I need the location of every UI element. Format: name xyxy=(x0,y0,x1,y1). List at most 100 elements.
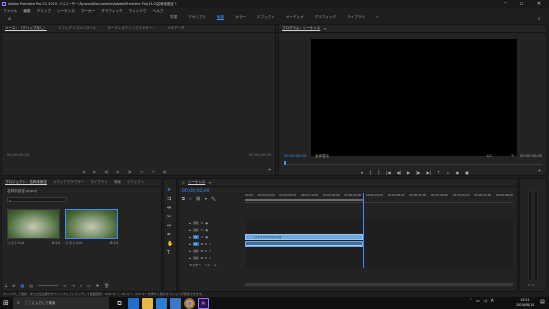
lock-icon[interactable]: 🔒︎ xyxy=(189,249,191,253)
sync-lock-icon[interactable]: ▭ xyxy=(201,228,204,232)
tab-media-browser[interactable]: メディアブラウザー xyxy=(53,180,84,185)
close-icon[interactable]: ✕ xyxy=(182,181,185,185)
sort-icon[interactable]: ≡ xyxy=(63,283,66,288)
notification-icon[interactable]: ▤ xyxy=(540,299,545,305)
menu-clip[interactable]: クリップ xyxy=(37,9,51,14)
project-clip-item[interactable]: リストCut 6:24 xyxy=(65,209,118,249)
type-tool-icon[interactable]: T xyxy=(167,250,173,256)
freeform-view-icon[interactable]: ▤ xyxy=(29,283,33,288)
workspace-graphics[interactable]: グラフィック xyxy=(315,15,337,20)
menu-graphics[interactable]: グラフィック xyxy=(101,9,123,14)
step-back-icon[interactable]: ◀| xyxy=(397,170,401,175)
mark-out-icon[interactable]: } xyxy=(378,170,381,175)
track-header-a3[interactable]: 🔒︎ A3 M S ♪ xyxy=(189,254,244,261)
step-forward-icon[interactable]: |▶ xyxy=(128,169,132,174)
hand-tool-icon[interactable]: ✋ xyxy=(167,241,173,247)
nest-icon[interactable]: ⧉ xyxy=(182,196,185,201)
volume-icon[interactable]: ◁ xyxy=(484,298,487,303)
automate-icon[interactable]: ⇥ xyxy=(71,283,74,288)
playhead-line[interactable] xyxy=(363,193,364,268)
windows-start-icon[interactable]: ⊞ xyxy=(3,299,9,307)
overwrite-icon[interactable]: ⊟ xyxy=(151,169,154,174)
add-marker-icon[interactable]: ▾ xyxy=(361,170,363,175)
solo-button[interactable]: S xyxy=(532,283,534,287)
tab-audio-clip-mixer[interactable]: オーディオクリップミキサー： xyxy=(107,26,156,31)
task-view-icon[interactable]: ⧉ xyxy=(114,298,125,309)
play-icon[interactable]: ▶ xyxy=(117,169,120,174)
tab-project[interactable]: プロジェクト：名称未設定 xyxy=(5,180,47,185)
settings-icon[interactable]: 🔧︎ xyxy=(211,196,216,201)
menu-marker[interactable]: マーカー xyxy=(81,9,95,14)
new-item-icon[interactable]: ✚ xyxy=(96,283,99,288)
workspace-editing[interactable]: 編集 xyxy=(217,15,224,20)
ripple-edit-tool-icon[interactable]: ⇹ xyxy=(167,205,173,211)
search-icon[interactable]: ⌕ xyxy=(538,16,541,22)
input-language[interactable]: A xyxy=(491,298,494,303)
edge-browser-icon[interactable] xyxy=(128,298,139,309)
track-header-a2[interactable]: 🔒︎ A2 M S ♪ xyxy=(189,247,244,254)
work-area-bar[interactable] xyxy=(245,199,363,201)
eye-icon[interactable]: ◉ xyxy=(205,228,208,232)
find-icon[interactable]: ⌕ xyxy=(80,283,82,288)
lock-icon[interactable]: 🔒︎ xyxy=(189,242,191,246)
network-icon[interactable]: ▭ xyxy=(476,298,480,303)
program-monitor-screen[interactable] xyxy=(311,39,517,156)
video-clip[interactable]: リストCut.mp4 [V] xyxy=(245,234,363,240)
track-header-v3[interactable]: 🔒︎ V3 ▭ ◉ xyxy=(189,219,244,226)
clock[interactable]: 19:21 2019/08/10 xyxy=(511,298,539,307)
project-clip-item[interactable]: リストCut 6:24 xyxy=(7,209,60,249)
mute-button[interactable]: M xyxy=(201,242,204,246)
solo-button[interactable]: S xyxy=(205,242,207,246)
tab-effect-controls[interactable]: エフェクトコントロール xyxy=(58,26,97,31)
workspace-assembly[interactable]: アセンブリ xyxy=(188,15,206,20)
chevron-up-icon[interactable]: ˄ xyxy=(470,298,472,303)
lock-icon[interactable]: 🔒︎ xyxy=(189,221,191,225)
export-frame-icon[interactable]: ▣ xyxy=(163,169,167,174)
solo-button[interactable]: S xyxy=(205,249,207,253)
tab-sequence[interactable]: シーケンス xyxy=(188,180,205,185)
razor-tool-icon[interactable]: ✂ xyxy=(167,214,173,220)
mic-icon[interactable]: ♪ xyxy=(209,242,211,246)
solo-button[interactable]: S xyxy=(205,256,207,260)
step-forward-icon[interactable]: |▶ xyxy=(416,170,420,175)
mute-button[interactable]: M xyxy=(201,249,204,253)
linked-selection-icon[interactable]: ⛓ xyxy=(196,196,201,201)
workspace-audio[interactable]: オーディオ xyxy=(286,15,304,20)
track-header-v1[interactable]: 🔒︎ V1 ▭ ◉ xyxy=(189,233,244,240)
project-search-input[interactable]: ⌕ xyxy=(7,197,67,203)
panel-menu-icon[interactable]: ≡ xyxy=(323,26,326,31)
compare-icon[interactable]: ▣ xyxy=(465,170,469,175)
taskbar-search-box[interactable]: ⌕ ここに入力して検索 xyxy=(13,297,109,309)
track-header-v2[interactable]: 🔒︎ V2 ▭ ◉ xyxy=(189,226,244,233)
workspace-effects[interactable]: エフェクト xyxy=(257,15,275,20)
tab-program[interactable]: プログラム：シーケンス xyxy=(282,26,320,31)
menu-edit[interactable]: 編集 xyxy=(23,9,30,14)
program-scrub-bar[interactable] xyxy=(284,161,542,165)
lift-icon[interactable]: ⇡ xyxy=(437,170,440,175)
menu-sequence[interactable]: シーケンス xyxy=(57,9,75,14)
solo-button[interactable]: S xyxy=(528,283,530,287)
add-marker-icon[interactable]: ▾ xyxy=(205,196,207,201)
store-icon[interactable] xyxy=(156,298,167,309)
file-explorer-icon[interactable] xyxy=(142,298,153,309)
go-to-out-icon[interactable]: ▶| xyxy=(427,170,431,175)
pen-tool-icon[interactable]: ✒ xyxy=(167,232,173,238)
mic-icon[interactable]: ♪ xyxy=(209,249,211,253)
master-volume[interactable]: 0.0 xyxy=(205,263,210,267)
list-view-icon[interactable]: ≣ xyxy=(12,283,15,288)
workspace-libraries[interactable]: ライブラリ xyxy=(347,15,365,20)
tab-effects[interactable]: エフェクト xyxy=(127,180,145,185)
workspace-learning[interactable]: 学習 xyxy=(170,15,177,20)
wrench-icon[interactable]: ✎ xyxy=(511,153,514,158)
source-timecode-left[interactable]: 00:00:00:00 xyxy=(7,153,29,158)
playhead-icon[interactable] xyxy=(284,161,286,165)
eye-icon[interactable]: ◉ xyxy=(205,235,208,239)
tracks-area[interactable]: リストCut.mp4 [V] xyxy=(245,193,513,268)
lock-icon[interactable]: 🔒︎ xyxy=(189,256,191,260)
sync-lock-icon[interactable]: ▭ xyxy=(201,221,204,225)
tab-info[interactable]: 情報 xyxy=(114,180,121,185)
workspace-more[interactable]: » xyxy=(376,15,378,20)
lock-icon[interactable]: 🔒︎ xyxy=(5,283,7,288)
track-header-a1[interactable]: 🔒︎ A1 M S ♪ xyxy=(189,240,244,247)
trash-icon[interactable]: 🗑︎ xyxy=(104,283,109,288)
